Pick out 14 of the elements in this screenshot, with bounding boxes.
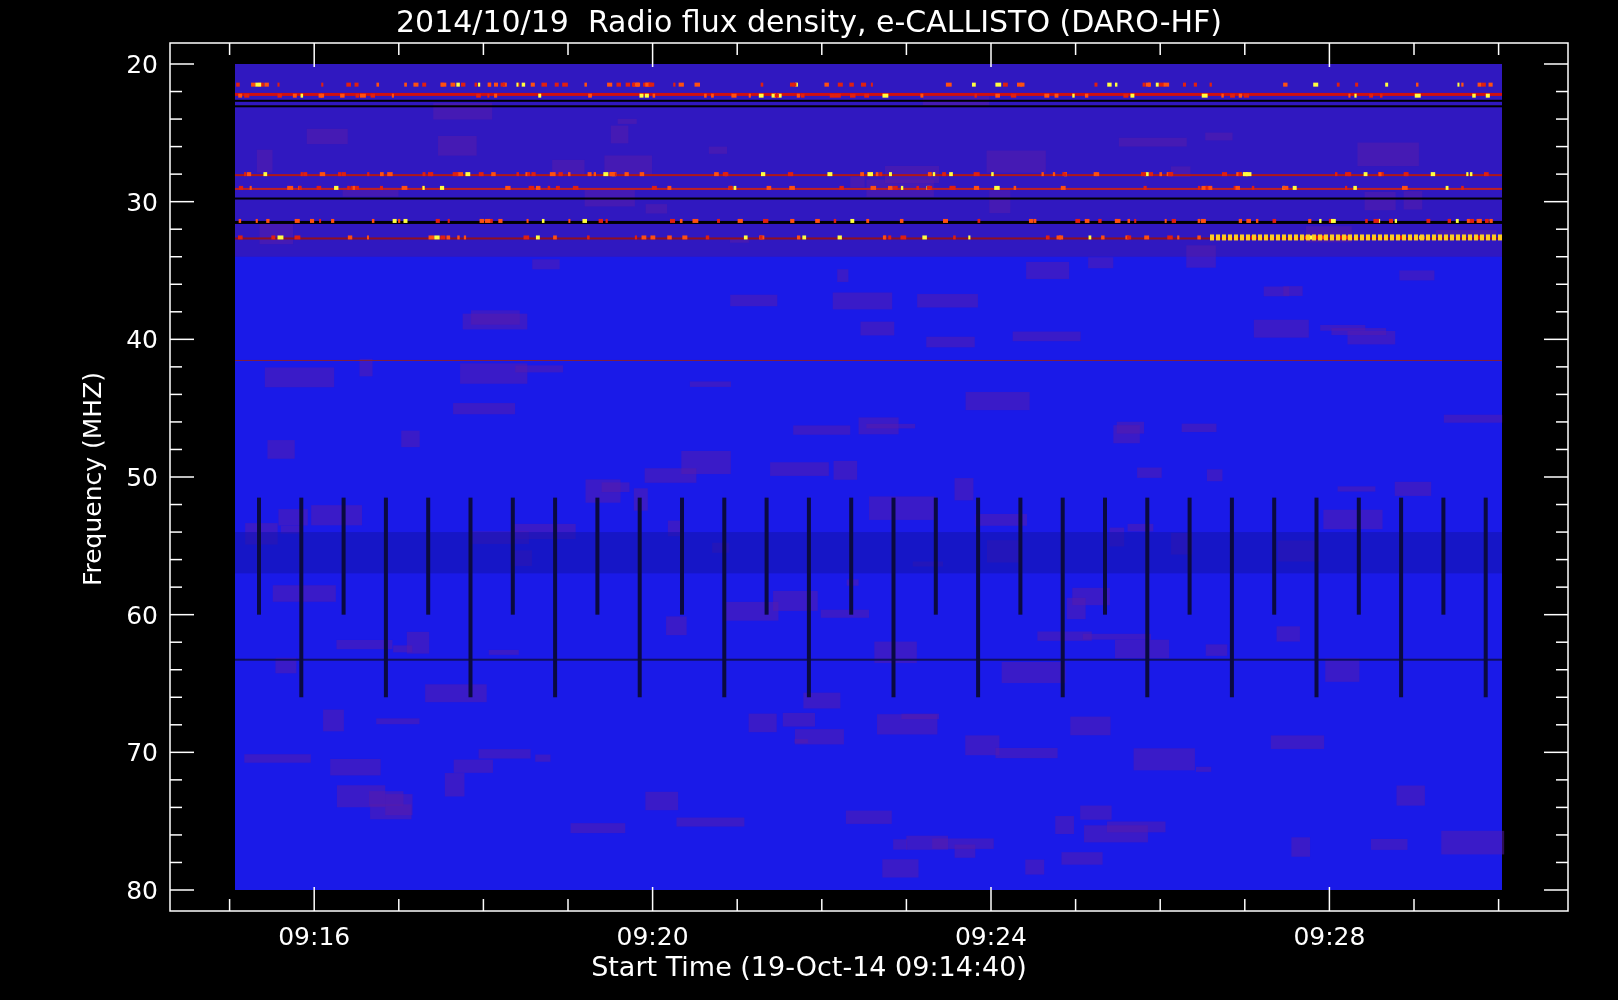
x-tick-label: 09:28: [1293, 922, 1366, 951]
x-tick-label: 09:16: [278, 922, 351, 951]
x-tick-label: 09:20: [616, 922, 689, 951]
y-tick-label: 50: [126, 463, 158, 492]
chart-title: 2014/10/19 Radio flux density, e-CALLISTO (DARO-HF): [395, 4, 1223, 39]
y-tick-label: 80: [126, 876, 158, 905]
y-tick-label: 30: [126, 187, 158, 217]
y-tick-label: 70: [126, 738, 158, 768]
y-tick-label: 20: [126, 50, 158, 79]
y-tick-label: 40: [126, 325, 158, 355]
x-tick-label: 09:24: [955, 922, 1027, 951]
x-axis-label: Start Time (19-Oct-14 09:14:40): [591, 951, 1027, 982]
y-tick-label: 60: [126, 600, 158, 630]
y-axis-label: Frequency (MHZ): [78, 371, 107, 587]
